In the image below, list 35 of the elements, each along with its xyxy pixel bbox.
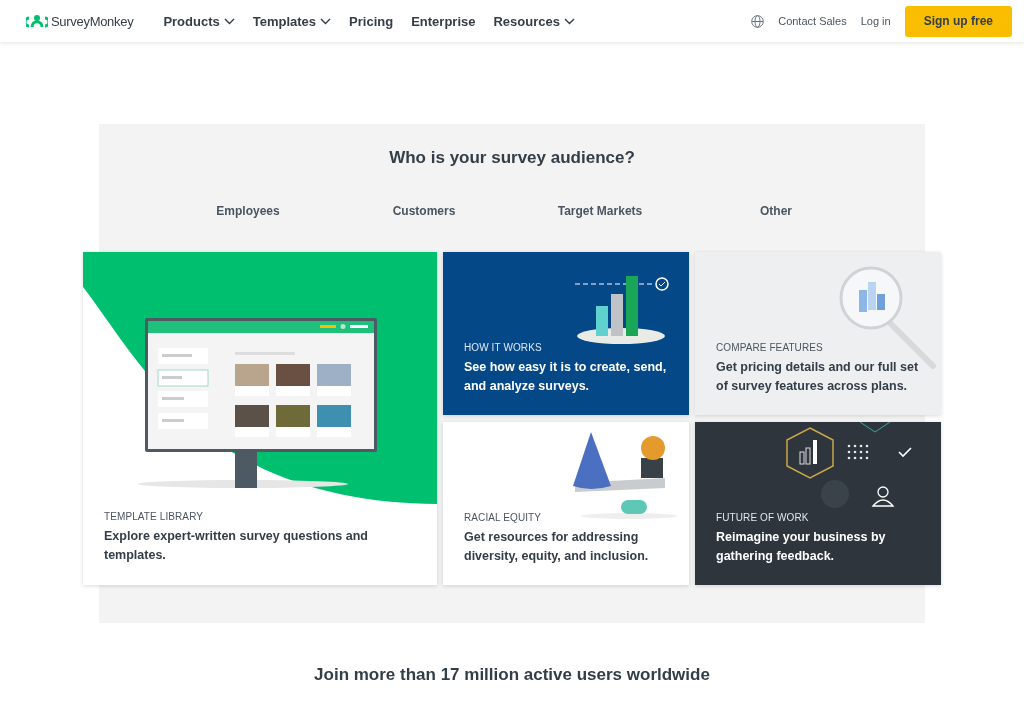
feature-card[interactable]: FUTURE OF WORK Reimagine your business by gathering feedback.: [695, 422, 941, 585]
nav-item[interactable]: Products: [163, 13, 235, 29]
contact-sales-link[interactable]: Contact Sales: [778, 15, 847, 27]
feature-card[interactable]: HOW IT WORKS See how easy it is to create, send, and analyze surveys.: [443, 252, 689, 415]
audience-tab[interactable]: Customers: [336, 200, 512, 222]
card-eyebrow: TEMPLATE LIBRARY: [104, 511, 205, 522]
nav-item[interactable]: Enterprise: [411, 13, 476, 29]
logo-icon: [26, 14, 48, 28]
section-heading: Who is your survey audience?: [389, 148, 635, 168]
card-eyebrow: HOW IT WORKS: [464, 342, 543, 353]
chevron-down-icon: [320, 17, 332, 25]
login-link[interactable]: Log in: [860, 15, 891, 27]
card-description: Get resources for addressing diversity, equity, and inclusion.: [464, 529, 650, 565]
chevron-down-icon: [563, 17, 575, 25]
card-description: Reimagine your business by gathering feedback.: [716, 529, 887, 565]
nav-item[interactable]: Pricing: [349, 13, 394, 29]
signup-button[interactable]: Sign up free: [904, 5, 1012, 37]
feature-card[interactable]: COMPARE FEATURES Get pricing details and our full set of survey features across plans.: [695, 252, 941, 415]
globe-icon[interactable]: [751, 14, 765, 28]
card-description: See how easy it is to create, send, and analyze surveys.: [464, 359, 668, 395]
feature-card[interactable]: TEMPLATE LIBRARY Explore expert-written survey questions and templates.: [83, 252, 437, 585]
nav-item[interactable]: Templates: [252, 13, 332, 29]
card-eyebrow: FUTURE OF WORK: [716, 512, 810, 523]
audience-tab[interactable]: Employees: [160, 200, 336, 222]
card-description: Explore expert-written survey questions and templates.: [104, 528, 369, 564]
chevron-down-icon: [223, 17, 235, 25]
feature-card[interactable]: RACIAL EQUITY Get resources for addressing diversity, equity, and inclusion.: [443, 422, 689, 585]
nav-item[interactable]: Resources: [493, 13, 575, 29]
card-eyebrow: COMPARE FEATURES: [716, 342, 824, 353]
card-description: Get pricing details and our full set of survey features across plans.: [716, 359, 920, 395]
audience-tab[interactable]: Other: [688, 200, 864, 222]
card-eyebrow: RACIAL EQUITY: [464, 512, 543, 523]
users-heading: Join more than 17 million active users worldwide: [314, 665, 710, 685]
logo-text[interactable]: SurveyMonkey: [51, 13, 134, 29]
audience-tab[interactable]: Target Markets: [512, 200, 688, 222]
